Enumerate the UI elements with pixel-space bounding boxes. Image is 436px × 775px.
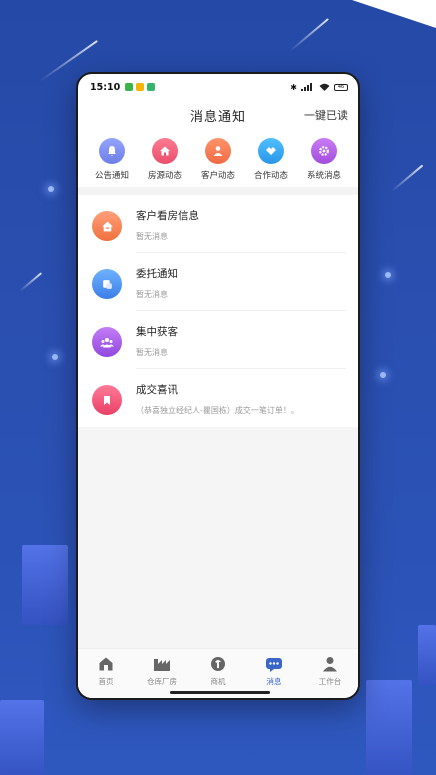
tab-label: 消息 <box>266 677 282 686</box>
category-label: 系统消息 <box>306 171 341 181</box>
building-decoration <box>418 625 436 685</box>
list-item[interactable]: 客户看房信息 暂无消息 <box>78 195 358 253</box>
opportunity-icon <box>209 655 227 673</box>
wechat-icon <box>125 83 134 91</box>
tab-home[interactable]: 首页 <box>81 655 131 698</box>
factory-icon <box>153 655 171 673</box>
category-listing-updates[interactable]: 房源动态 <box>139 138 191 181</box>
document-icon <box>92 269 122 299</box>
handshake-icon <box>258 138 284 164</box>
list-item-subtitle: 暂无消息 <box>136 232 168 241</box>
meteor-streak <box>391 164 424 192</box>
category-cooperation-updates[interactable]: 合作动态 <box>245 138 297 181</box>
status-time: 15:10 <box>90 81 121 93</box>
star-sparkle <box>48 186 54 192</box>
workbench-icon <box>321 655 339 673</box>
bookmark-icon <box>92 385 122 415</box>
list-item-title: 客户看房信息 <box>136 210 199 222</box>
signal-icon <box>301 83 312 91</box>
bluetooth-icon: ✱ <box>290 82 297 92</box>
star-sparkle <box>385 272 391 278</box>
category-row: 公告通知 房源动态 客户动态 合作动态 系统消息 <box>78 130 358 187</box>
battery-level: 46 <box>337 83 345 90</box>
list-item-subtitle: （恭喜独立经纪人-瞿国栋）成交一笔订单！。 <box>136 406 299 415</box>
list-item-subtitle: 暂无消息 <box>136 348 168 357</box>
gear-icon <box>311 138 337 164</box>
battery-icon: 46 <box>334 83 348 91</box>
message-list: 客户看房信息 暂无消息 委托通知 暂无消息 集中获客 暂无消息 成交喜讯 （恭喜… <box>78 195 358 427</box>
house-icon <box>152 138 178 164</box>
app-notification-icon <box>147 83 156 91</box>
home-icon <box>97 655 115 673</box>
meteor-streak <box>19 272 43 292</box>
tab-label: 商机 <box>210 677 226 686</box>
category-label: 房源动态 <box>147 171 182 181</box>
building-decoration <box>22 545 68 625</box>
phone-screen: 15:10 ✱ 46 消息通知 一键已读 公告通知 房源动态 客户动态 合作动态… <box>76 72 360 700</box>
category-label: 客户动态 <box>200 171 235 181</box>
section-divider <box>78 187 358 195</box>
list-item-subtitle: 暂无消息 <box>136 290 168 299</box>
tab-workbench[interactable]: 工作台 <box>305 655 355 698</box>
wifi-icon <box>319 83 330 91</box>
star-sparkle <box>52 354 58 360</box>
bell-icon <box>99 138 125 164</box>
list-item-title: 成交喜讯 <box>136 384 178 396</box>
category-label: 合作动态 <box>253 171 288 181</box>
list-item[interactable]: 集中获客 暂无消息 <box>78 311 358 369</box>
list-item[interactable]: 委托通知 暂无消息 <box>78 253 358 311</box>
status-bar: 15:10 ✱ 46 <box>78 74 358 100</box>
house-icon <box>92 211 122 241</box>
tab-label: 工作台 <box>318 677 342 686</box>
app-notification-icon <box>136 83 145 91</box>
building-decoration <box>366 680 412 775</box>
mark-all-read-button[interactable]: 一键已读 <box>304 107 348 123</box>
list-item-title: 委托通知 <box>136 268 178 280</box>
header: 消息通知 一键已读 <box>78 100 358 130</box>
page-title: 消息通知 <box>189 109 246 125</box>
person-icon <box>205 138 231 164</box>
building-decoration <box>0 700 44 775</box>
category-label: 公告通知 <box>94 171 129 181</box>
tab-label: 首页 <box>98 677 114 686</box>
list-item-title: 集中获客 <box>136 326 178 338</box>
category-system-messages[interactable]: 系统消息 <box>298 138 350 181</box>
category-client-updates[interactable]: 客户动态 <box>192 138 244 181</box>
group-icon <box>92 327 122 357</box>
tab-label: 仓库厂房 <box>147 677 177 686</box>
message-icon <box>265 655 283 673</box>
star-sparkle <box>380 372 386 378</box>
category-announcement[interactable]: 公告通知 <box>86 138 138 181</box>
home-indicator <box>170 691 270 694</box>
empty-content-area <box>78 427 358 649</box>
meteor-streak <box>289 18 329 52</box>
list-item[interactable]: 成交喜讯 （恭喜独立经纪人-瞿国栋）成交一笔订单！。 <box>78 369 358 427</box>
